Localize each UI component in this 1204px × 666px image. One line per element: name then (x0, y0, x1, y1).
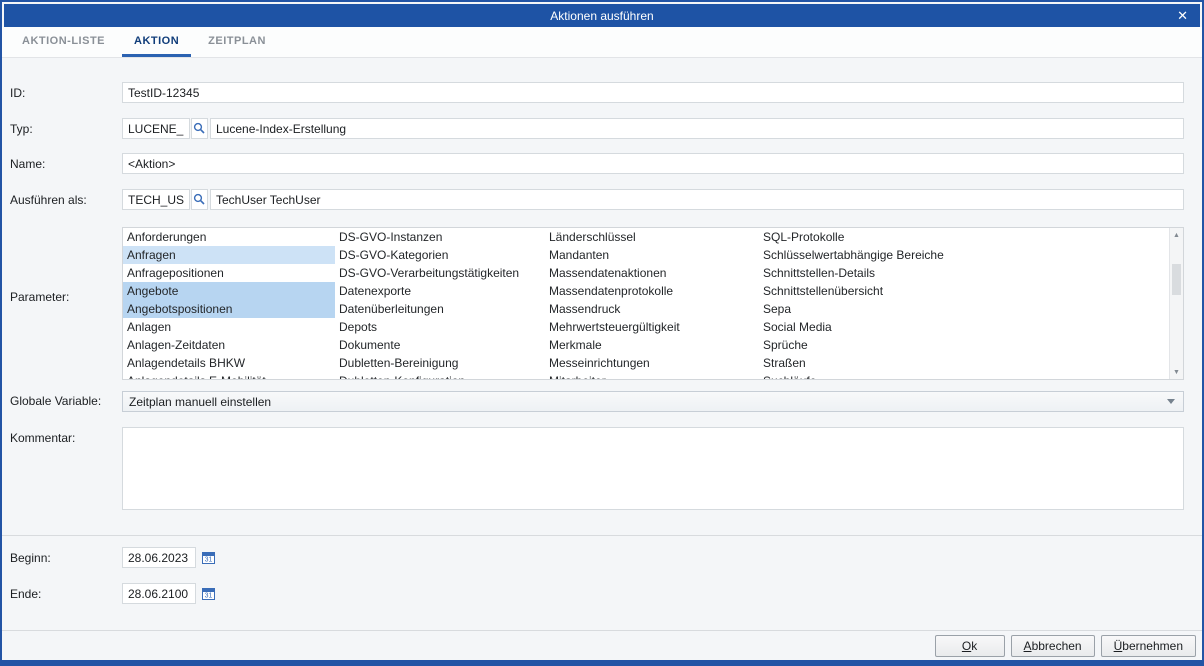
cancel-button[interactable]: Abbrechen (1011, 635, 1095, 657)
comment-textarea[interactable] (122, 427, 1184, 510)
list-item[interactable]: Merkmale (545, 336, 759, 354)
end-calendar-button[interactable]: 31 (200, 585, 217, 602)
id-input[interactable] (122, 82, 1184, 103)
comment-label: Kommentar: (10, 431, 75, 445)
run-as-lookup-button[interactable] (191, 189, 208, 210)
svg-text:31: 31 (205, 557, 213, 564)
list-item[interactable]: DS-GVO-Instanzen (335, 228, 545, 246)
tab-aktion-liste[interactable]: AKTION-LISTE (10, 27, 117, 57)
list-item[interactable]: Messeinrichtungen (545, 354, 759, 372)
list-item[interactable]: Massendruck (545, 300, 759, 318)
begin-label: Beginn: (10, 551, 51, 565)
typ-display-field (210, 118, 1184, 139)
list-item[interactable]: Anlagendetails BHKW (123, 354, 335, 372)
list-item[interactable]: Massendatenprotokolle (545, 282, 759, 300)
tab-zeitplan[interactable]: ZEITPLAN (196, 27, 278, 57)
bottom-border (2, 660, 1202, 664)
list-item[interactable]: Datenexporte (335, 282, 545, 300)
list-item[interactable]: Dubletten-Konfiguration (335, 372, 545, 379)
list-item[interactable]: Anfragepositionen (123, 264, 335, 282)
scroll-up-icon: ▲ (1173, 232, 1180, 239)
section-separator (2, 535, 1202, 536)
scroll-thumb[interactable] (1172, 264, 1181, 295)
list-item[interactable]: SQL-Protokolle (759, 228, 1169, 246)
list-item[interactable]: Straßen (759, 354, 1169, 372)
dialog-window: Aktionen ausführen ✕ AKTION-LISTEAKTIONZ… (0, 0, 1204, 666)
list-item[interactable]: DS-GVO-Verarbeitungstätigkeiten (335, 264, 545, 282)
typ-code-input[interactable] (122, 118, 190, 139)
parameter-list-column: SQL-ProtokolleSchlüsselwertabhängige Ber… (759, 228, 1169, 379)
ok-button[interactable]: Ok (935, 635, 1005, 657)
magnifier-icon (193, 122, 206, 135)
list-item[interactable]: Massendatenaktionen (545, 264, 759, 282)
list-item[interactable]: Sprüche (759, 336, 1169, 354)
list-item[interactable]: Mitarbeiter (545, 372, 759, 379)
calendar-icon: 31 (201, 586, 216, 601)
tab-bar: AKTION-LISTEAKTIONZEITPLAN (2, 27, 1202, 58)
begin-calendar-button[interactable]: 31 (200, 549, 217, 566)
calendar-icon: 31 (201, 550, 216, 565)
tab-aktion[interactable]: AKTION (122, 27, 191, 57)
list-item[interactable]: Länderschlüssel (545, 228, 759, 246)
list-item[interactable]: Anlagendetails E-Mobilität (123, 372, 335, 379)
scroll-up-button[interactable]: ▲ (1170, 228, 1183, 242)
close-button[interactable]: ✕ (1173, 4, 1192, 27)
list-item[interactable]: Dokumente (335, 336, 545, 354)
run-as-code-input[interactable] (122, 189, 190, 210)
list-item[interactable]: Social Media (759, 318, 1169, 336)
list-item[interactable]: Dubletten-Bereinigung (335, 354, 545, 372)
typ-label: Typ: (10, 122, 33, 136)
name-input[interactable] (122, 153, 1184, 174)
parameter-label: Parameter: (10, 290, 69, 304)
run-as-label: Ausführen als: (10, 193, 87, 207)
list-item[interactable]: Anlagen-Zeitdaten (123, 336, 335, 354)
parameter-list-column: AnforderungenAnfragenAnfragepositionenAn… (123, 228, 335, 379)
list-item[interactable]: Datenüberleitungen (335, 300, 545, 318)
list-item[interactable]: Suchläufe (759, 372, 1169, 379)
footer-buttons: Ok Abbrechen Übernehmen (935, 635, 1196, 657)
global-variable-value: Zeitplan manuell einstellen (129, 395, 271, 409)
apply-button[interactable]: Übernehmen (1101, 635, 1196, 657)
list-item[interactable]: Angebotspositionen (123, 300, 335, 318)
list-item[interactable]: Sepa (759, 300, 1169, 318)
list-item[interactable]: Anlagen (123, 318, 335, 336)
list-item[interactable]: Schlüsselwertabhängige Bereiche (759, 246, 1169, 264)
list-item[interactable]: DS-GVO-Kategorien (335, 246, 545, 264)
name-label: Name: (10, 157, 45, 171)
footer-separator (2, 630, 1202, 631)
chevron-down-icon (1167, 399, 1175, 404)
list-item[interactable]: Anfragen (123, 246, 335, 264)
scrollbar[interactable]: ▲ ▼ (1169, 228, 1183, 379)
scroll-down-icon: ▼ (1173, 369, 1180, 376)
begin-date-input[interactable] (122, 547, 196, 568)
svg-text:31: 31 (205, 593, 213, 600)
list-item[interactable]: Angebote (123, 282, 335, 300)
list-item[interactable]: Mandanten (545, 246, 759, 264)
id-label: ID: (10, 86, 25, 100)
end-date-input[interactable] (122, 583, 196, 604)
typ-lookup-button[interactable] (191, 118, 208, 139)
title-bar: Aktionen ausführen ✕ (4, 4, 1200, 27)
list-item[interactable]: Depots (335, 318, 545, 336)
end-label: Ende: (10, 587, 41, 601)
parameter-list-column: DS-GVO-InstanzenDS-GVO-KategorienDS-GVO-… (335, 228, 545, 379)
list-item[interactable]: Mehrwertsteuergültigkeit (545, 318, 759, 336)
parameter-list-column: LänderschlüsselMandantenMassendatenaktio… (545, 228, 759, 379)
global-variable-label: Globale Variable: (10, 394, 101, 408)
scroll-down-button[interactable]: ▼ (1170, 365, 1183, 379)
parameter-list[interactable]: AnforderungenAnfragenAnfragepositionenAn… (122, 227, 1184, 380)
list-item[interactable]: Schnittstellen-Details (759, 264, 1169, 282)
magnifier-icon (193, 193, 206, 206)
window-title: Aktionen ausführen (550, 9, 653, 23)
global-variable-select[interactable]: Zeitplan manuell einstellen (122, 391, 1184, 412)
close-icon: ✕ (1177, 8, 1188, 24)
list-item[interactable]: Schnittstellenübersicht (759, 282, 1169, 300)
run-as-display-field (210, 189, 1184, 210)
list-item[interactable]: Anforderungen (123, 228, 335, 246)
